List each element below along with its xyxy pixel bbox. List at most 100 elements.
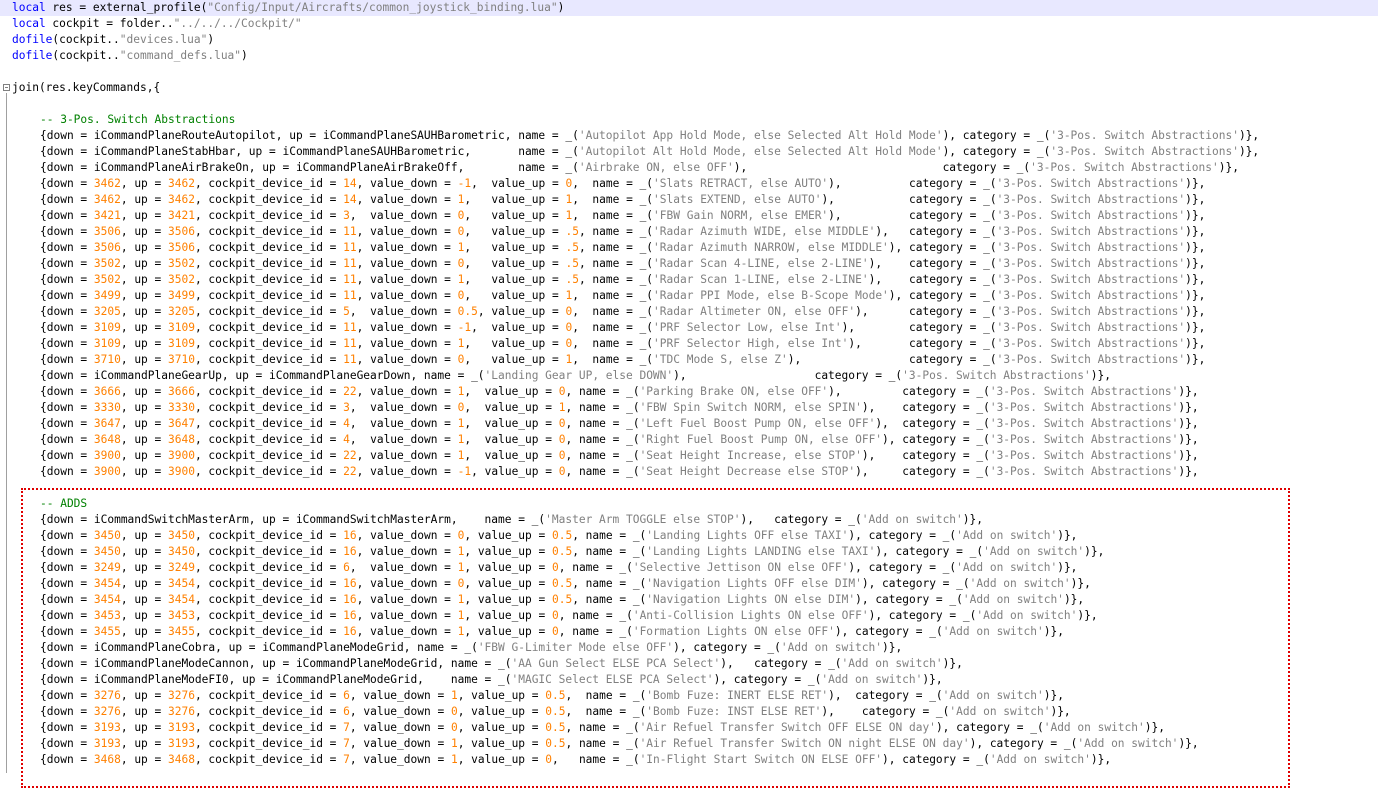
- code-line[interactable]: {down = 3249, up = 3249, cockpit_device_…: [0, 560, 1378, 576]
- code-line[interactable]: {down = 3193, up = 3193, cockpit_device_…: [0, 720, 1378, 736]
- token-text: {down =: [40, 721, 94, 734]
- code-line[interactable]: {down = 3455, up = 3455, cockpit_device_…: [0, 624, 1378, 640]
- code-line[interactable]: {down = 3506, up = 3506, cockpit_device_…: [0, 224, 1378, 240]
- code-line[interactable]: [0, 480, 1378, 496]
- token-str: 'Radar Azimuth WIDE, else MIDDLE': [653, 225, 876, 238]
- code-line[interactable]: {down = 3450, up = 3450, cockpit_device_…: [0, 544, 1378, 560]
- token-text: , value_down =: [356, 257, 458, 270]
- code-line[interactable]: {down = 3502, up = 3502, cockpit_device_…: [0, 256, 1378, 272]
- code-line[interactable]: dofile(cockpit.."command_defs.lua"): [0, 48, 1378, 64]
- token-text: )},: [1178, 433, 1199, 446]
- code-line[interactable]: {down = 3276, up = 3276, cockpit_device_…: [0, 688, 1378, 704]
- token-str: 'FBW G-Limiter Mode else OFF': [477, 641, 674, 654]
- token-num: 3499: [168, 289, 195, 302]
- code-line[interactable]: {down = 3710, up = 3710, cockpit_device_…: [0, 352, 1378, 368]
- code-line[interactable]: {down = 3900, up = 3900, cockpit_device_…: [0, 464, 1378, 480]
- code-line[interactable]: [0, 96, 1378, 112]
- token-text: , value_down =: [356, 193, 458, 206]
- code-line[interactable]: {down = iCommandPlaneModeCannon, up = iC…: [0, 656, 1378, 672]
- code-line[interactable]: {down = 3462, up = 3462, cockpit_device_…: [0, 192, 1378, 208]
- token-num: 3462: [168, 193, 195, 206]
- code-line[interactable]: {down = 3109, up = 3109, cockpit_device_…: [0, 336, 1378, 352]
- code-line[interactable]: {down = 3648, up = 3648, cockpit_device_…: [0, 432, 1378, 448]
- code-line[interactable]: {down = 3462, up = 3462, cockpit_device_…: [0, 176, 1378, 192]
- code-line[interactable]: {down = 3454, up = 3454, cockpit_device_…: [0, 576, 1378, 592]
- code-line[interactable]: {down = iCommandPlaneModeFI0, up = iComm…: [0, 672, 1378, 688]
- code-line[interactable]: -- ADDS: [0, 496, 1378, 512]
- token-text: , value_down =: [349, 401, 458, 414]
- token-text: ), category = _(: [720, 657, 842, 670]
- code-line[interactable]: -- 3-Pos. Switch Abstractions: [0, 112, 1378, 128]
- code-line[interactable]: {down = iCommandPlaneAirBrakeOn, up = iC…: [0, 160, 1378, 176]
- token-str: 'Add on switch': [969, 577, 1071, 590]
- token-text: )},: [1185, 225, 1206, 238]
- code-line[interactable]: {down = iCommandSwitchMasterArm, up = iC…: [0, 512, 1378, 528]
- code-line[interactable]: {down = 3193, up = 3193, cockpit_device_…: [0, 736, 1378, 752]
- token-num: 3193: [93, 737, 121, 750]
- token-num: 3205: [93, 305, 121, 318]
- code-line[interactable]: join(res.keyCommands,{: [0, 80, 1378, 96]
- token-text: )},: [1077, 609, 1098, 622]
- token-text: ), category = _(: [848, 529, 957, 542]
- code-line[interactable]: {down = 3450, up = 3450, cockpit_device_…: [0, 528, 1378, 544]
- token-num: 5: [343, 305, 350, 318]
- token-num: 7: [343, 753, 350, 766]
- code-line[interactable]: {down = 3506, up = 3506, cockpit_device_…: [0, 240, 1378, 256]
- token-text: , name = _(: [565, 721, 640, 734]
- code-line[interactable]: local res = external_profile("Config/Inp…: [0, 0, 1378, 16]
- token-num: 3276: [93, 689, 121, 702]
- code-line[interactable]: {down = 3454, up = 3454, cockpit_device_…: [0, 592, 1378, 608]
- token-num: 6: [343, 689, 350, 702]
- code-line[interactable]: {down = 3109, up = 3109, cockpit_device_…: [0, 320, 1378, 336]
- code-line[interactable]: {down = 3468, up = 3468, cockpit_device_…: [0, 752, 1378, 768]
- code-line[interactable]: {down = 3330, up = 3330, cockpit_device_…: [0, 400, 1378, 416]
- token-str: 'Navigation Lights OFF else DIM': [646, 577, 862, 590]
- token-text: , up =: [120, 337, 168, 350]
- code-line[interactable]: dofile(cockpit.."devices.lua"): [0, 32, 1378, 48]
- code-line[interactable]: {down = iCommandPlaneRouteAutopilot, up …: [0, 128, 1378, 144]
- token-text: ), category = _(: [882, 753, 990, 766]
- token-num: 0: [450, 721, 458, 734]
- token-text: , name = _(: [578, 225, 654, 238]
- token-text: )},: [1063, 593, 1085, 606]
- code-line[interactable]: {down = iCommandPlaneCobra, up = iComman…: [0, 640, 1378, 656]
- code-line[interactable]: {down = 3666, up = 3666, cockpit_device_…: [0, 384, 1378, 400]
- token-kw: dofile: [12, 49, 53, 62]
- code-line[interactable]: [0, 64, 1378, 80]
- token-text: , name = _(: [565, 433, 640, 446]
- token-text: , up =: [120, 433, 168, 446]
- token-text: ), category = _(: [787, 353, 997, 366]
- token-text: {down =: [40, 593, 94, 606]
- token-num: 6: [343, 705, 350, 718]
- code-line[interactable]: {down = iCommandPlaneStabHbar, up = iCom…: [0, 144, 1378, 160]
- token-text: {down =: [40, 689, 94, 702]
- token-str: '3-Pos. Switch Abstractions': [996, 289, 1186, 302]
- token-text: {down =: [40, 337, 94, 350]
- token-str: 'Add on switch': [1043, 721, 1145, 734]
- token-num: 3330: [93, 401, 121, 414]
- token-num: 3276: [93, 705, 121, 718]
- fold-toggle-icon[interactable]: [3, 84, 10, 91]
- code-line[interactable]: {down = 3453, up = 3453, cockpit_device_…: [0, 608, 1378, 624]
- token-text: , cockpit_device_id =: [194, 289, 344, 302]
- token-text: , value_up =: [457, 689, 546, 702]
- code-line[interactable]: {down = 3276, up = 3276, cockpit_device_…: [0, 704, 1378, 720]
- code-line[interactable]: {down = 3900, up = 3900, cockpit_device_…: [0, 448, 1378, 464]
- token-text: )},: [1178, 737, 1199, 750]
- token-text: )},: [1178, 465, 1199, 478]
- line-code: {down = 3109, up = 3109, cockpit_device_…: [12, 336, 1205, 352]
- code-line[interactable]: {down = 3499, up = 3499, cockpit_device_…: [0, 288, 1378, 304]
- code-line[interactable]: {down = 3502, up = 3502, cockpit_device_…: [0, 272, 1378, 288]
- token-text: , up =: [120, 353, 168, 366]
- token-text: ), category = _(: [828, 177, 997, 190]
- code-editor[interactable]: local res = external_profile("Config/Inp…: [0, 0, 1378, 788]
- line-code: {down = iCommandPlaneModeCannon, up = iC…: [12, 656, 963, 672]
- code-line[interactable]: {down = 3205, up = 3205, cockpit_device_…: [0, 304, 1378, 320]
- line-code: {down = 3276, up = 3276, cockpit_device_…: [12, 704, 1071, 720]
- code-line[interactable]: local cockpit = folder.."../../../Cockpi…: [0, 16, 1378, 32]
- code-line[interactable]: {down = 3421, up = 3421, cockpit_device_…: [0, 208, 1378, 224]
- code-line[interactable]: {down = 3647, up = 3647, cockpit_device_…: [0, 416, 1378, 432]
- token-str: 'Autopilot App Hold Mode, else Selected …: [578, 129, 943, 142]
- token-str: 'Slats RETRACT, else AUTO': [653, 177, 829, 190]
- code-line[interactable]: {down = iCommandPlaneGearUp, up = iComma…: [0, 368, 1378, 384]
